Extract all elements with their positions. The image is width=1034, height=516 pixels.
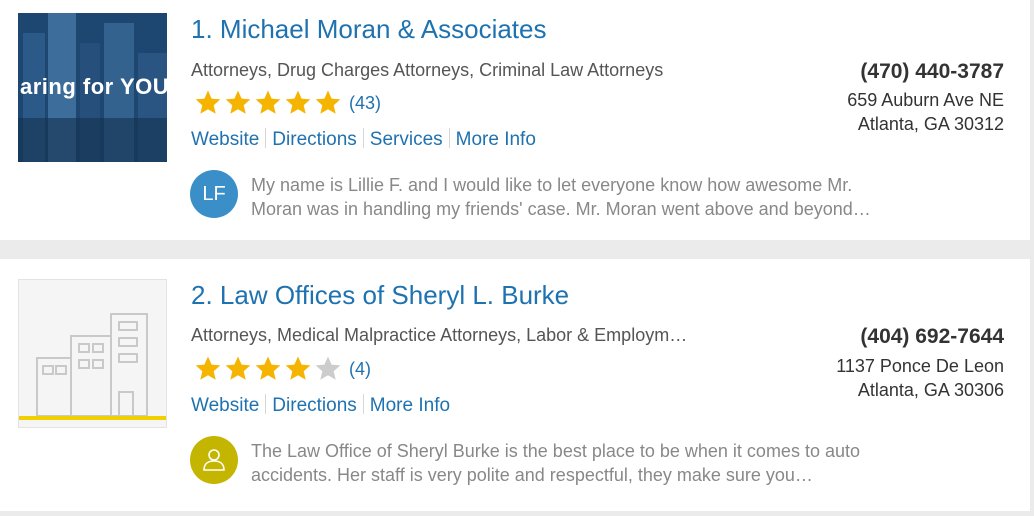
listing-photo[interactable]: aring for YOU [18,13,167,162]
address-city: Atlanta, GA 30312 [857,114,1004,134]
phone-number[interactable]: (470) 440-3787 [860,60,1004,84]
star-filled-icon [315,90,341,114]
star-filled-icon [195,356,221,380]
reviewer-avatar [190,436,238,484]
review-line: accidents. Her staff is very polite and … [251,465,813,485]
review-count[interactable]: (43) [349,93,381,114]
website-link[interactable]: Website [191,129,259,150]
listing-title[interactable]: 2. Law Offices of Sheryl L. Burke [191,280,569,311]
website-link[interactable]: Website [191,395,259,416]
link-divider [265,394,267,414]
listing-links: Website Directions Services More Info [191,128,536,151]
listing-card: aring for YOU 1. Michael Moran & Associa… [0,0,1030,240]
photo-caption: aring for YOU [20,74,167,99]
listing-title[interactable]: 1. Michael Moran & Associates [191,14,547,45]
address-street: 659 Auburn Ave NE [847,90,1004,110]
review-snippet[interactable]: The Law Office of Sheryl Burke is the be… [251,439,951,487]
star-rating: (4) [193,354,371,384]
listing-card: 2. Law Offices of Sheryl L. Burke Attorn… [0,259,1030,511]
link-divider [362,128,364,148]
listing-links: Website Directions More Info [191,394,450,417]
more-info-link[interactable]: More Info [456,129,536,150]
star-filled-icon [255,90,281,114]
link-divider [265,128,267,148]
star-rating: (43) [193,88,381,118]
star-filled-icon [225,356,251,380]
review-count[interactable]: (4) [349,359,371,380]
link-divider [448,128,450,148]
review-line: The Law Office of Sheryl Burke is the be… [251,441,860,461]
review-line: Moran was in handling my friends' case. … [251,199,871,219]
star-filled-icon [285,356,311,380]
star-filled-icon [225,90,251,114]
address-street: 1137 Ponce De Leon [836,356,1004,376]
link-divider [362,394,364,414]
reviewer-avatar: LF [190,170,238,218]
address: 1137 Ponce De Leon Atlanta, GA 30306 [836,354,1004,402]
star-filled-icon [255,356,281,380]
services-link[interactable]: Services [370,129,443,150]
user-icon [203,449,225,471]
building-icon [19,313,166,420]
more-info-link[interactable]: More Info [370,395,450,416]
listing-categories: Attorneys, Drug Charges Attorneys, Crimi… [191,60,664,80]
review-snippet[interactable]: My name is Lillie F. and I would like to… [251,173,951,221]
listing-categories: Attorneys, Medical Malpractice Attorneys… [191,325,688,345]
star-filled-icon [195,90,221,114]
address: 659 Auburn Ave NE Atlanta, GA 30312 [847,88,1004,136]
directions-link[interactable]: Directions [272,129,356,150]
review-line: My name is Lillie F. and I would like to… [251,175,853,195]
star-filled-icon [285,90,311,114]
listing-photo-placeholder[interactable] [18,279,167,428]
address-city: Atlanta, GA 30306 [857,380,1004,400]
star-empty-icon [315,356,341,380]
phone-number[interactable]: (404) 692-7644 [860,325,1004,349]
directions-link[interactable]: Directions [272,395,356,416]
